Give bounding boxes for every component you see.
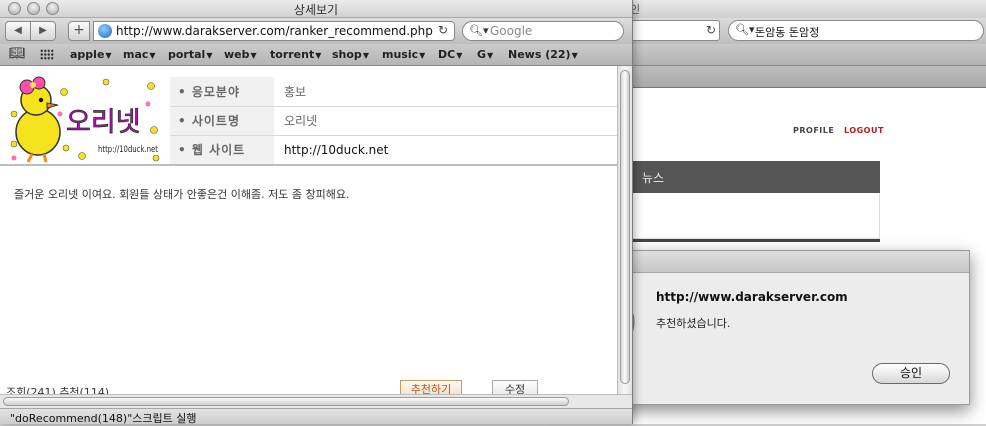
search-input[interactable]: 🔍︎▾ Google (462, 21, 624, 41)
back-button[interactable]: ◀ (5, 21, 31, 41)
bookmark-music[interactable]: music▼ (382, 48, 425, 61)
bookmark-web[interactable]: web▼ (224, 48, 257, 61)
window-title: 상세보기 (293, 3, 339, 17)
bookmark-g[interactable]: G▼ (477, 48, 493, 61)
background-search-field[interactable]: 🔍︎▾ 돈암동 돈암정 (728, 20, 984, 41)
site-logo: 오리넷 http://10duck.net (10, 76, 160, 163)
background-bookmarks-bar (600, 44, 986, 66)
bookmark-torrent[interactable]: torrent▼ (270, 48, 321, 61)
alert-title: http://www.darakserver.com (656, 290, 848, 304)
bookmark-dc[interactable]: DC▼ (438, 48, 462, 61)
background-toolbar: ↻ 🔍︎▾ 돈암동 돈암정 (600, 18, 986, 44)
section-divider (0, 164, 617, 166)
news-divider (632, 239, 880, 242)
ok-button[interactable]: 승인 (872, 363, 950, 384)
table-row: • 사이트명 오리넷 (170, 106, 617, 136)
news-box (632, 193, 880, 239)
profile-link[interactable]: PROFILE (793, 126, 834, 135)
table-row: • 응모분야 홍보 (170, 77, 617, 107)
open-book-icon[interactable]: 📖︎ (9, 46, 26, 61)
search-placeholder: Google (490, 24, 533, 38)
field-label: • 웹 사이트 (170, 135, 274, 165)
alert-message: 추천하셨습니다. (656, 317, 731, 330)
site-comment: 즐거운 오리넷 이여요. 회원들 상태가 안좋은건 이해좀. 저도 좀 창피해요… (14, 188, 350, 201)
search-icon: 🔍︎▾ (469, 24, 489, 37)
news-header: 뉴스 (632, 161, 880, 193)
bookmark-mac[interactable]: mac▼ (123, 48, 156, 61)
vertical-scroll-thumb[interactable] (620, 70, 630, 384)
reload-icon[interactable]: ↻ (436, 23, 449, 37)
bookmark-shop[interactable]: shop▼ (332, 48, 369, 61)
logout-link[interactable]: LOGOUT (844, 126, 884, 135)
horizontal-scroll-thumb[interactable] (3, 397, 569, 406)
reload-icon[interactable]: ↻ (706, 23, 716, 37)
site-info-table: • 응모분야 홍보 • 사이트명 오리넷 • 웹 사이트 http://10du… (170, 77, 617, 165)
recommend-button[interactable]: 추천하기 (400, 380, 462, 394)
horizontal-scrollbar[interactable] (0, 394, 632, 408)
url-text[interactable]: http://www.darakserver.com/ranker_recomm… (116, 24, 433, 38)
add-bookmark-button[interactable]: + (68, 21, 90, 41)
bookmarks-bar: 📖︎ apple▼ mac▼ portal▼ web▼ torrent▼ sho… (0, 44, 632, 66)
edit-button[interactable]: 수정 (492, 380, 538, 394)
view-recommend-stats: 조회(241) 추천(114) (6, 386, 110, 394)
bookmark-apple[interactable]: apple▼ (70, 48, 112, 61)
table-row: • 웹 사이트 http://10duck.net (170, 135, 617, 165)
news-label: 뉴스 (642, 171, 665, 185)
popup-browser-window: 상세보기 ◀ ▶ + http://www.darakserver.com/ra… (0, 0, 633, 425)
logo-text: 오리넷 (66, 107, 141, 138)
browser-toolbar: ◀ ▶ + http://www.darakserver.com/ranker_… (0, 18, 632, 44)
field-value: 오리넷 (274, 106, 617, 136)
background-title-bar: 인 (600, 0, 986, 18)
bookmark-portal[interactable]: portal▼ (168, 48, 212, 61)
background-search-value: 돈암동 돈암정 (755, 26, 820, 39)
search-icon: 🔍︎▾ (735, 23, 755, 36)
page-content: 오리넷 http://10duck.net • 응모분야 홍보 • 사이트명 오… (0, 66, 617, 394)
field-label: • 응모분야 (170, 77, 274, 107)
field-label: • 사이트명 (170, 106, 274, 136)
status-bar: "doRecommend(148)"스크립트 실행 (0, 408, 632, 425)
logo-url-text: http://10duck.net (98, 145, 159, 155)
globe-icon (98, 24, 112, 38)
field-value: 홍보 (274, 77, 617, 107)
website-link[interactable]: http://10duck.net (274, 135, 617, 165)
bookmark-news[interactable]: News (22)▼ (508, 48, 578, 61)
url-field[interactable]: http://www.darakserver.com/ranker_recomm… (93, 21, 455, 41)
background-tab-bar (600, 66, 986, 88)
forward-button[interactable]: ▶ (30, 21, 56, 41)
window-title-bar: 상세보기 (0, 0, 632, 18)
vertical-scrollbar[interactable] (617, 66, 632, 396)
grid-icon[interactable] (40, 49, 54, 60)
